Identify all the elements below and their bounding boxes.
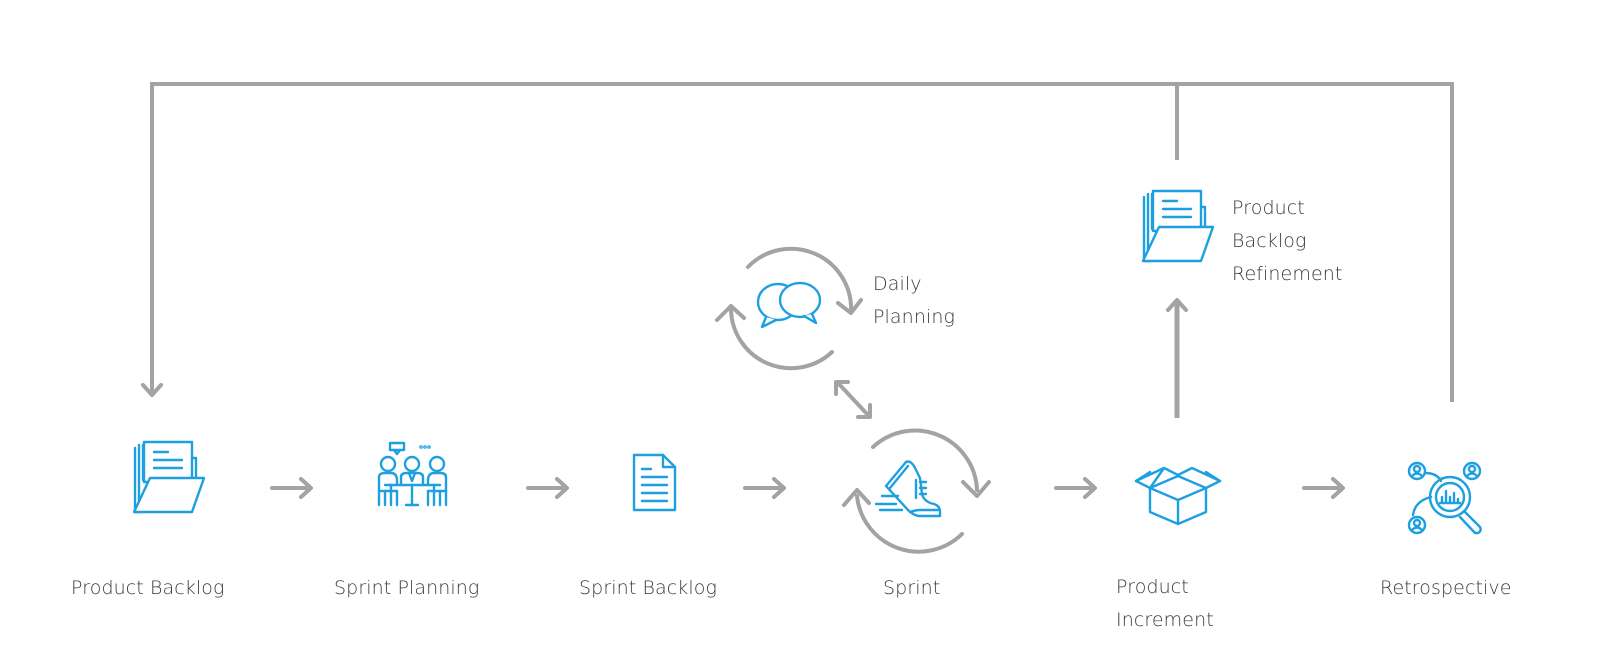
arrow-sprint-to-increment bbox=[1054, 477, 1097, 499]
label-line: Retrospective bbox=[1380, 577, 1512, 599]
label-line: Refinement bbox=[1232, 263, 1343, 285]
label-line: Product Backlog bbox=[71, 577, 225, 599]
node-label-sprint-backlog: Sprint Backlog bbox=[579, 572, 717, 605]
node-label-daily-planning: Daily Planning bbox=[873, 268, 955, 334]
label-line: Sprint Backlog bbox=[579, 577, 717, 599]
document-icon bbox=[632, 453, 677, 512]
node-label-retrospective: Retrospective bbox=[1380, 572, 1512, 605]
label-line: Sprint Planning bbox=[334, 577, 480, 599]
arrow-backlog-to-planning bbox=[270, 477, 313, 499]
arrow-sprint-backlog-to-sprint bbox=[743, 477, 786, 499]
arrow-increment-to-retrospective bbox=[1302, 477, 1345, 499]
label-line: Product bbox=[1116, 576, 1189, 598]
magnifier-analytics-icon bbox=[1407, 461, 1482, 535]
node-label-sprint-planning: Sprint Planning bbox=[334, 572, 479, 605]
node-label-product-backlog: Product Backlog bbox=[71, 572, 225, 605]
node-label-sprint: Sprint bbox=[883, 572, 940, 605]
label-line: Increment bbox=[1116, 609, 1214, 631]
arrow-daily-planning-sprint-bidirectional bbox=[834, 380, 872, 419]
open-box-icon bbox=[1134, 466, 1222, 526]
label-line: Daily bbox=[873, 273, 922, 295]
folder-documents-icon bbox=[1141, 189, 1215, 263]
team-meeting-icon bbox=[377, 441, 448, 507]
node-label-product-increment: Product Increment bbox=[1116, 571, 1214, 637]
node-label-product-backlog-refinement: Product Backlog Refinement bbox=[1232, 192, 1342, 291]
chat-bubbles-icon bbox=[756, 281, 822, 329]
increment-to-refinement-arrow bbox=[1166, 298, 1188, 418]
arrow-planning-to-sprint-backlog bbox=[526, 477, 569, 499]
label-line: Sprint bbox=[883, 577, 941, 599]
label-line: Backlog bbox=[1232, 230, 1307, 252]
label-line: Product bbox=[1232, 197, 1305, 219]
folder-documents-icon bbox=[132, 440, 206, 514]
scrum-diagram bbox=[132, 82, 1482, 554]
running-shoe-icon bbox=[874, 460, 942, 518]
label-line: Planning bbox=[873, 306, 955, 328]
